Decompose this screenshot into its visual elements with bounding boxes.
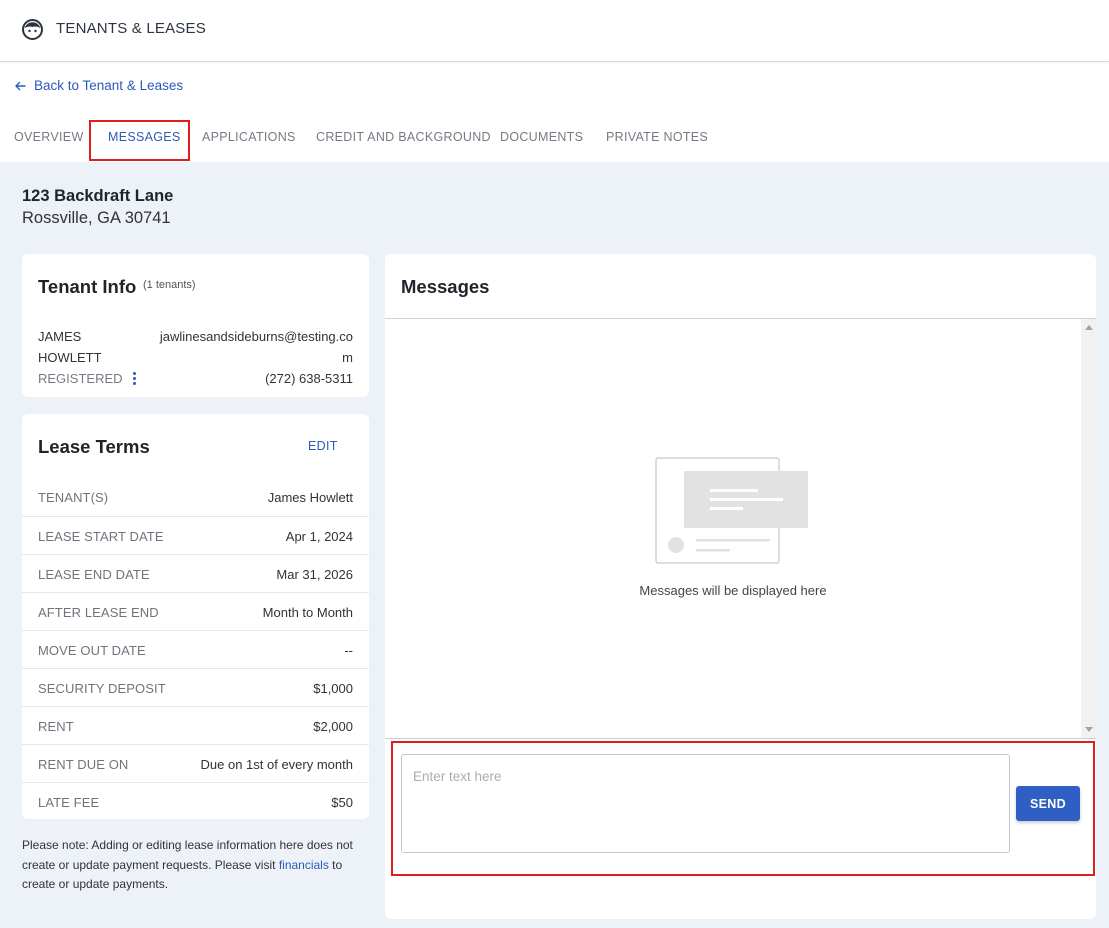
lease-row: RENT $2,000 <box>22 706 369 744</box>
back-link-label: Back to Tenant & Leases <box>34 78 184 93</box>
lease-row-label: MOVE OUT DATE <box>38 643 146 658</box>
lease-row-label: SECURITY DEPOSIT <box>38 681 166 696</box>
lease-row-value: Due on 1st of every month <box>200 757 353 772</box>
lease-row: TENANT(S) James Howlett <box>22 478 369 516</box>
lease-row-value: Apr 1, 2024 <box>285 529 353 544</box>
lease-row: LATE FEE $50 <box>22 782 369 820</box>
send-button[interactable]: SEND <box>1016 786 1080 821</box>
empty-messages-text: Messages will be displayed here <box>639 583 827 598</box>
lease-row: SECURITY DEPOSIT $1,000 <box>22 668 369 706</box>
edit-lease-button[interactable]: EDIT <box>308 439 338 453</box>
lease-terms-card: Lease Terms EDIT TENANT(S) James Howlett… <box>22 414 369 819</box>
tenant-status: REGISTERED <box>38 371 138 386</box>
property-address-line1: 123 Backdraft Lane <box>22 187 174 205</box>
lease-row-value: $2,000 <box>313 719 353 734</box>
lease-row-value: $50 <box>331 795 353 810</box>
lease-row-value: Mar 31, 2026 <box>276 567 353 582</box>
tenant-first-name: JAMES <box>38 329 82 344</box>
lease-row: LEASE END DATE Mar 31, 2026 <box>22 554 369 592</box>
active-tab-highlight <box>89 120 190 161</box>
lease-row: AFTER LEASE END Month to Month <box>22 592 369 630</box>
tenant-count: (1 tenants) <box>143 279 196 291</box>
property-address-line2: Rossville, GA 30741 <box>22 209 171 227</box>
divider <box>385 318 1096 319</box>
messages-scrollbar[interactable] <box>1081 319 1096 738</box>
lease-row-label: RENT <box>38 719 74 734</box>
messages-title: Messages <box>401 276 490 297</box>
lease-terms-title: Lease Terms <box>38 436 150 457</box>
tab-overview[interactable]: OVERVIEW <box>14 130 84 144</box>
tenant-email-line1: jawlinesandsideburns@testing.co <box>159 329 353 344</box>
lease-row: MOVE OUT DATE -- <box>22 630 369 668</box>
lease-row-value: James Howlett <box>267 490 353 505</box>
lease-row-label: LEASE END DATE <box>38 567 150 582</box>
tab-documents[interactable]: DOCUMENTS <box>500 130 583 144</box>
tenant-status-label: REGISTERED <box>38 371 123 386</box>
tab-applications[interactable]: APPLICATIONS <box>202 130 296 144</box>
lease-row: RENT DUE ON Due on 1st of every month <box>22 744 369 782</box>
lease-row-label: AFTER LEASE END <box>38 605 159 620</box>
more-options-icon[interactable] <box>131 372 138 385</box>
tenant-info-card: Tenant Info (1 tenants) JAMES HOWLETT ja… <box>22 254 369 397</box>
lease-row-label: RENT DUE ON <box>38 757 129 772</box>
tenant-phone: (272) 638-5311 <box>265 371 353 386</box>
lease-row-label: LATE FEE <box>38 795 100 810</box>
tenant-email-line2: m <box>342 350 353 365</box>
app-title: TENANTS & LEASES <box>56 20 206 37</box>
tab-private-notes[interactable]: PRIVATE NOTES <box>606 130 708 144</box>
scroll-down-icon[interactable] <box>1085 727 1093 732</box>
tenant-info-title: Tenant Info <box>38 276 137 297</box>
message-input[interactable] <box>401 754 1010 853</box>
lease-row: LEASE START DATE Apr 1, 2024 <box>22 516 369 554</box>
scroll-up-icon[interactable] <box>1085 325 1093 330</box>
empty-messages-illustration <box>655 457 808 564</box>
top-bar: TENANTS & LEASES <box>0 0 1109 62</box>
lease-row-value: $1,000 <box>313 681 353 696</box>
lease-row-value: -- <box>344 643 353 658</box>
lease-row-label: LEASE START DATE <box>38 529 164 544</box>
face-icon <box>22 19 43 40</box>
divider <box>385 738 1096 739</box>
lease-note: Please note: Adding or editing lease inf… <box>22 836 372 895</box>
lease-row-label: TENANT(S) <box>38 490 109 505</box>
tenant-last-name: HOWLETT <box>38 350 102 365</box>
tab-credit-and-background[interactable]: CREDIT AND BACKGROUND <box>316 130 491 144</box>
lease-row-value: Month to Month <box>262 605 353 620</box>
financials-link[interactable]: financials <box>279 858 329 872</box>
back-link[interactable]: Back to Tenant & Leases <box>14 78 183 93</box>
arrow-left-icon <box>15 81 26 90</box>
